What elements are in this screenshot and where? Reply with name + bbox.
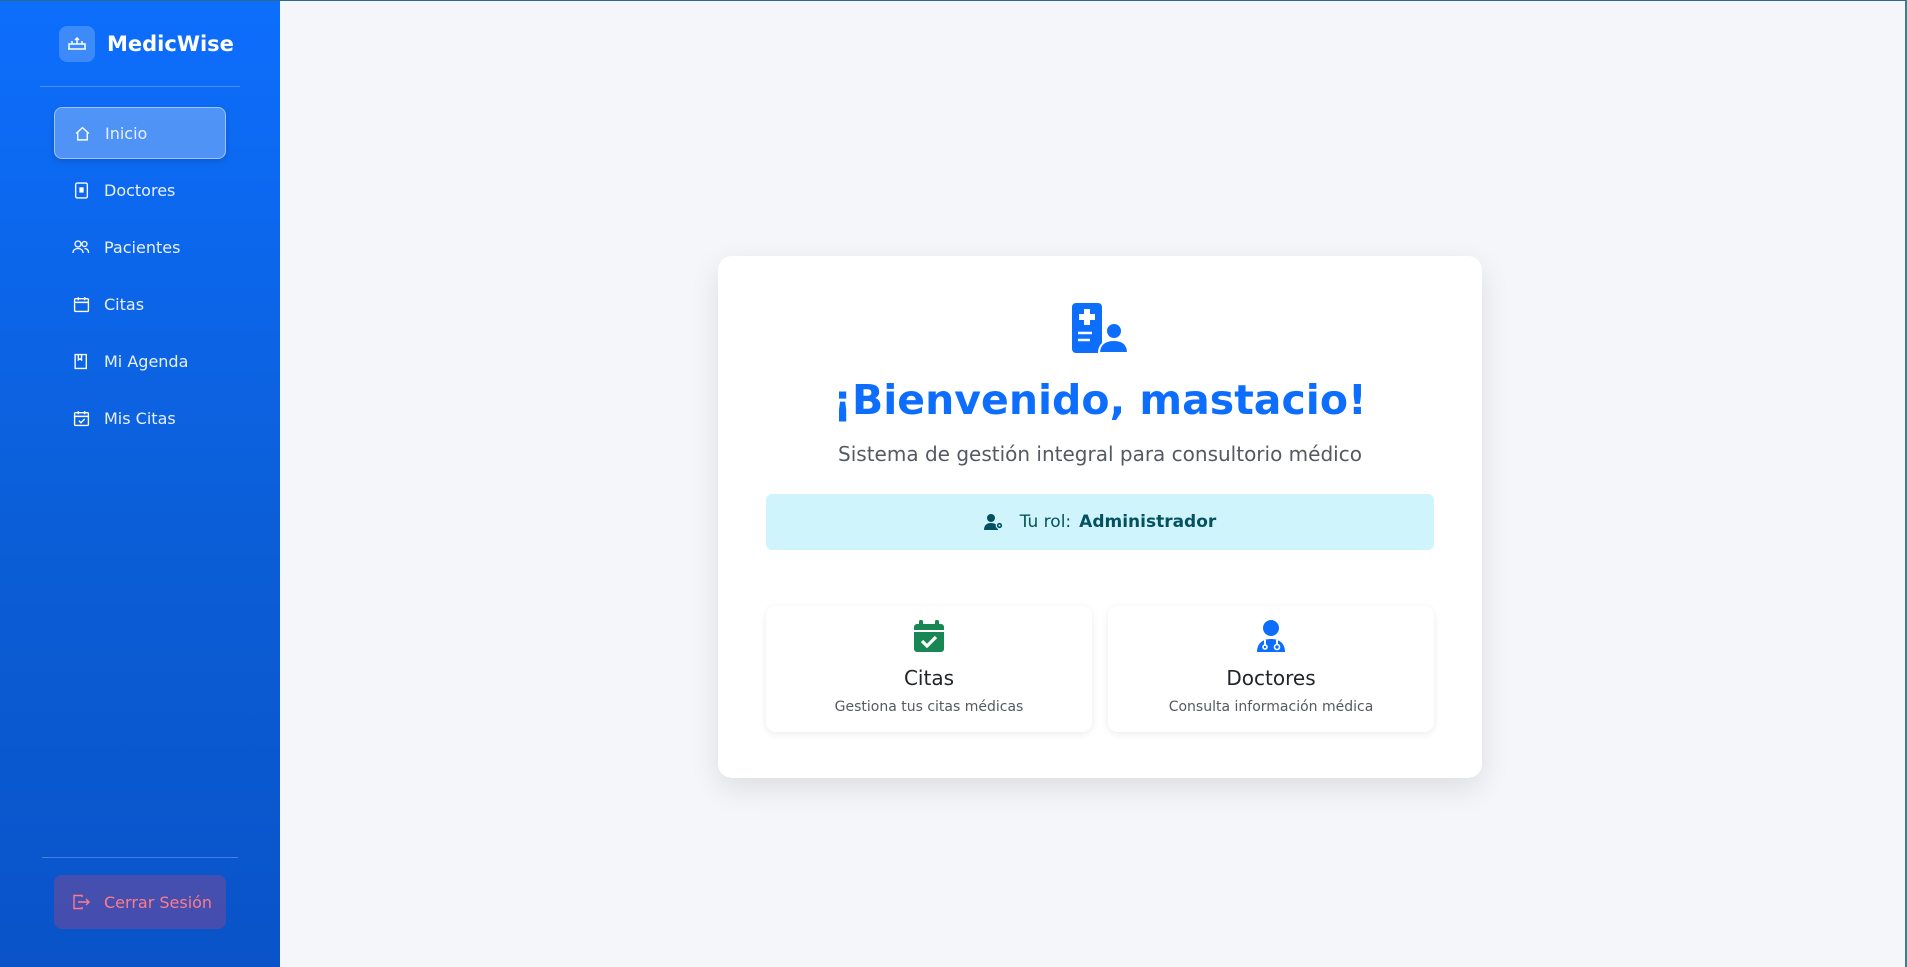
sidebar-item-label: Mis Citas: [104, 408, 176, 428]
role-alert: Tu rol: Administrador: [766, 494, 1434, 550]
role-prefix: Tu rol:: [1019, 512, 1072, 532]
hospital-bed-icon: [59, 25, 95, 62]
sidebar-nav: Inicio Doctores Pacientes Citas Mi Agend…: [54, 107, 226, 449]
tile-title: Citas: [903, 666, 955, 690]
role-value: Administrador: [1079, 512, 1217, 532]
sidebar: MedicWise Inicio Doctores Pacientes Cita…: [0, 1, 280, 967]
logout-label: Cerrar Sesión: [104, 892, 213, 912]
user-doctor-icon: [1256, 620, 1286, 656]
sidebar-item-label: Doctores: [104, 180, 176, 200]
users-icon: [72, 238, 90, 256]
brand[interactable]: MedicWise: [40, 1, 240, 87]
agenda-icon: [72, 352, 90, 370]
calendar-icon: [72, 295, 90, 313]
user-gear-icon: [983, 514, 1004, 530]
brand-name: MedicWise: [107, 31, 234, 56]
doctor-badge-icon: [72, 181, 90, 199]
calendar-check-icon: [914, 620, 944, 656]
home-icon: [73, 124, 91, 142]
welcome-title: ¡Bienvenido, mastacio!: [833, 376, 1367, 424]
sidebar-item-label: Pacientes: [104, 237, 181, 257]
sidebar-item-mi-agenda[interactable]: Mi Agenda: [54, 335, 226, 387]
logout-button[interactable]: Cerrar Sesión: [54, 875, 226, 929]
sidebar-item-label: Citas: [104, 294, 145, 314]
calendar-check-icon: [72, 409, 90, 427]
tile-description: Consulta información médica: [1168, 699, 1374, 715]
tile-title: Doctores: [1226, 666, 1316, 690]
hospital-user-icon: [1072, 303, 1130, 354]
welcome-subtitle: Sistema de gestión integral para consult…: [838, 442, 1362, 466]
logout-icon: [72, 893, 90, 911]
sidebar-item-pacientes[interactable]: Pacientes: [54, 221, 226, 273]
tile-description: Gestiona tus citas médicas: [834, 699, 1024, 715]
quick-links: Citas Gestiona tus citas médicas Doctore…: [766, 606, 1434, 732]
sidebar-item-label: Mi Agenda: [104, 351, 189, 371]
sidebar-item-doctores[interactable]: Doctores: [54, 164, 226, 216]
tile-doctores[interactable]: Doctores Consulta información médica: [1108, 606, 1434, 732]
welcome-card: ¡Bienvenido, mastacio! Sistema de gestió…: [718, 256, 1482, 778]
tile-citas[interactable]: Citas Gestiona tus citas médicas: [766, 606, 1092, 732]
sidebar-footer: Cerrar Sesión: [42, 857, 238, 929]
sidebar-item-label: Inicio: [105, 123, 148, 143]
sidebar-item-inicio[interactable]: Inicio: [54, 107, 226, 159]
sidebar-item-mis-citas[interactable]: Mis Citas: [54, 392, 226, 444]
app-window: MedicWise Inicio Doctores Pacientes Cita…: [0, 0, 1907, 967]
sidebar-item-citas[interactable]: Citas: [54, 278, 226, 330]
